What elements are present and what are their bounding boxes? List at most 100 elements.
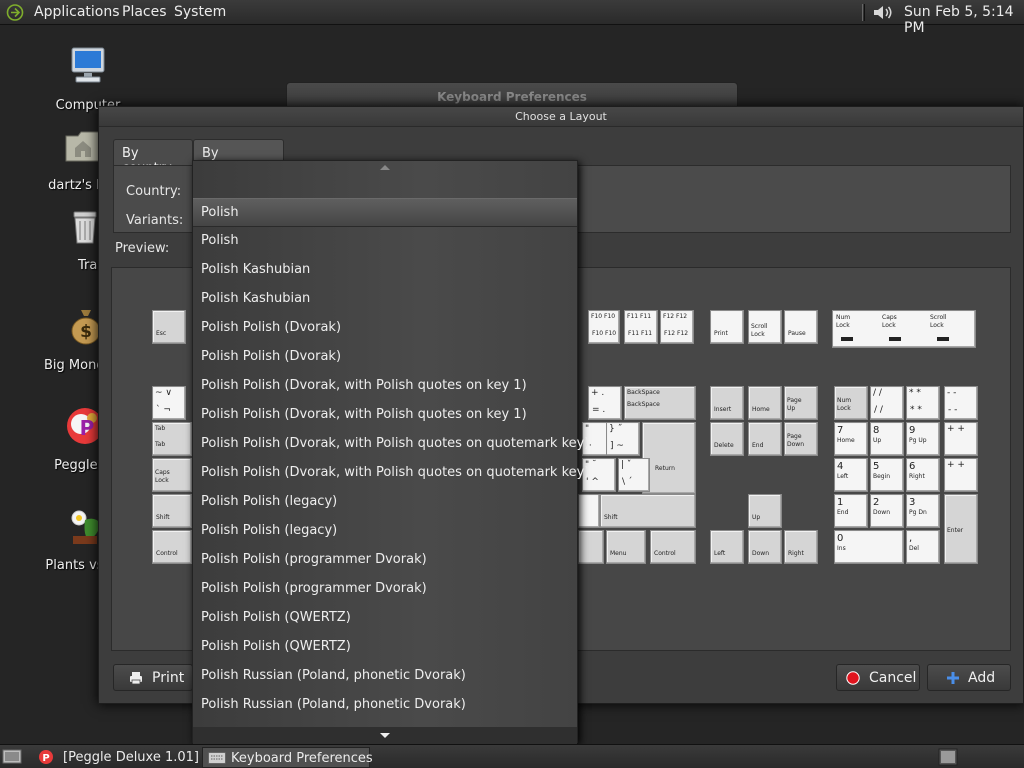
task-keyboard-preferences[interactable]: Keyboard Preferences: [202, 747, 373, 768]
key-control-left: Control: [152, 530, 192, 564]
clock[interactable]: Sun Feb 5, 5:14 PM: [904, 4, 1024, 36]
dialog-title: Choose a Layout: [515, 110, 607, 123]
country-label: Country:: [126, 184, 182, 199]
workspace-switcher-icon[interactable]: [938, 748, 958, 766]
variants-dropdown-popup[interactable]: Polish Polish Polish Kashubian Polish Kashu…: [192, 160, 589, 744]
key-pipe: | ˇ \ ´: [618, 458, 650, 492]
svg-text:P: P: [80, 416, 95, 440]
key-numpad-9: 9 Pg Up: [906, 422, 940, 456]
key-numpad-enter: Enter: [944, 494, 978, 564]
svg-text:P: P: [42, 753, 49, 764]
task-peggle[interactable]: P [Peggle Deluxe 1.01]: [34, 747, 199, 768]
key-menu: Menu: [606, 530, 646, 564]
variant-option[interactable]: Polish Polish (programmer Dvorak): [193, 575, 577, 604]
bottom-panel: P [Peggle Deluxe 1.01] Keyboard Preferen…: [0, 744, 1024, 768]
key-f10: F10 F10 F10 F10: [588, 310, 620, 344]
variant-option[interactable]: Polish: [193, 227, 577, 256]
variant-option[interactable]: Polish Polish (QWERTZ): [193, 633, 577, 662]
add-button[interactable]: Add: [927, 664, 1011, 691]
key-left: Left: [710, 530, 744, 564]
distro-logo-icon[interactable]: [6, 4, 24, 21]
key-return: Return: [642, 422, 696, 494]
variant-option[interactable]: Polish Kashubian: [193, 256, 577, 285]
scroll-down-arrow-icon[interactable]: [380, 733, 390, 738]
key-numpad-plus-top: + +: [944, 422, 978, 456]
key-tilde: ~ ∨ ` ¬: [152, 386, 186, 420]
print-button[interactable]: Print: [113, 664, 193, 691]
variant-option[interactable]: Polish Polish (Dvorak, with Polish quote…: [193, 430, 589, 459]
key-pause: Pause: [784, 310, 818, 344]
applications-menu[interactable]: Applications: [34, 4, 120, 20]
variants-label: Variants:: [126, 213, 184, 228]
printer-icon: [130, 672, 142, 685]
peggle-task-icon: P: [39, 750, 53, 764]
variant-option[interactable]: Polish Polish (Dvorak): [193, 343, 577, 372]
add-icon: [947, 672, 959, 684]
panel-handle: [862, 4, 865, 21]
key-up: Up: [748, 494, 782, 528]
places-menu[interactable]: Places: [122, 4, 167, 20]
top-panel: Applications Places System Sun Feb 5, 5:…: [0, 0, 1024, 36]
svg-text:$: $: [80, 322, 92, 342]
variant-option[interactable]: Polish Russian (Poland, phonetic Dvorak): [193, 662, 577, 691]
variant-option[interactable]: Polish Polish (Dvorak): [193, 314, 577, 343]
cancel-button[interactable]: Cancel: [836, 664, 920, 691]
variant-option[interactable]: Polish Kashubian: [193, 285, 577, 314]
tab-by-country[interactable]: By country: [113, 139, 193, 176]
key-numpad-plus-bottom: + +: [944, 458, 978, 492]
key-f12: F12 F12 F12 F12: [660, 310, 694, 344]
key-scroll-lock: Scroll Lock: [748, 310, 782, 344]
variant-option[interactable]: Polish Polish (QWERTZ): [193, 604, 577, 633]
key-tab: Tab Tab: [152, 422, 192, 456]
key-numpad-7: 7 Home: [834, 422, 868, 456]
dialog-titlebar[interactable]: Choose a Layout: [99, 107, 1023, 127]
key-delete: Delete: [710, 422, 744, 456]
key-numpad-decimal: , Del: [906, 530, 940, 564]
key-shift-right: Shift: [600, 494, 696, 528]
system-menu[interactable]: System: [174, 4, 226, 20]
key-altgr-partial: [578, 530, 604, 564]
variant-option[interactable]: Polish Polish (Dvorak, with Polish quote…: [193, 459, 589, 488]
key-print: Print: [710, 310, 744, 344]
variant-option[interactable]: Polish Polish (programmer Dvorak): [193, 546, 577, 575]
key-caps-lock: Caps Lock: [152, 458, 192, 492]
window-title: Keyboard Preferences: [437, 90, 587, 104]
caps-lock-indicator: Caps Lock: [882, 314, 897, 329]
key-numpad-2: 2 Down: [870, 494, 904, 528]
key-plus: + . = .: [588, 386, 622, 420]
preview-label: Preview:: [115, 241, 170, 256]
cancel-icon: [846, 671, 860, 685]
variant-option[interactable]: Polish Polish (legacy): [193, 517, 577, 546]
variant-option[interactable]: Polish Russian (Poland, phonetic Dvorak): [193, 691, 577, 720]
key-slash-partial: [578, 494, 600, 528]
volume-icon[interactable]: [872, 3, 894, 22]
variant-option[interactable]: Polish Polish (Dvorak, with Polish quote…: [193, 372, 577, 401]
variant-option[interactable]: Polish Polish (legacy): [193, 488, 577, 517]
key-esc: Esc: [152, 310, 186, 344]
variant-option[interactable]: Polish: [193, 198, 577, 227]
key-shift-left: Shift: [152, 494, 192, 528]
key-numpad-3: 3 Pg Dn: [906, 494, 940, 528]
key-numpad-multiply: * * * *: [906, 386, 940, 420]
key-numpad-4: 4 Left: [834, 458, 868, 492]
key-down: Down: [748, 530, 782, 564]
key-numpad-1: 1 End: [834, 494, 868, 528]
key-numpad-6: 6 Right: [906, 458, 940, 492]
key-backspace: BackSpace BackSpace: [624, 386, 696, 420]
key-num-lock: Num Lock: [834, 386, 868, 420]
num-lock-led: [841, 337, 853, 341]
key-numpad-divide: / / / /: [870, 386, 904, 420]
num-lock-indicator: Num Lock: [836, 314, 851, 329]
key-end: End: [748, 422, 782, 456]
computer-icon: [71, 47, 105, 83]
variant-option[interactable]: Polish Polish (Dvorak, with Polish quote…: [193, 401, 577, 430]
show-desktop-icon[interactable]: [2, 748, 22, 766]
key-page-up: Page Up: [784, 386, 818, 420]
key-control-right: Control: [650, 530, 696, 564]
scroll-up-arrow-icon[interactable]: [380, 165, 390, 170]
scroll-lock-led: [937, 337, 949, 341]
key-numpad-8: 8 Up: [870, 422, 904, 456]
keyboard-task-icon: [208, 752, 226, 764]
key-insert: Insert: [710, 386, 744, 420]
key-numpad-5: 5 Begin: [870, 458, 904, 492]
